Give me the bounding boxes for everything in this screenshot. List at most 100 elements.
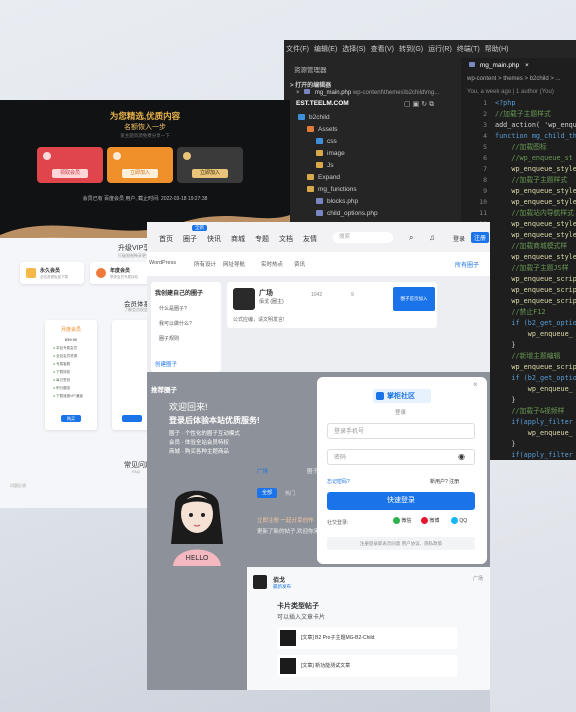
login-link[interactable]: 登录 xyxy=(453,234,465,243)
filter-hot-button[interactable]: 热门 xyxy=(285,490,295,497)
qq-login[interactable]: QQ xyxy=(451,517,467,524)
collapse-icon[interactable]: ⧉ xyxy=(429,101,436,108)
wechat-login[interactable]: 微信 xyxy=(393,517,412,525)
tab-plaza[interactable]: 广场 xyxy=(257,467,268,475)
avatar-illustration: HELLO xyxy=(171,490,223,566)
close-icon[interactable]: × xyxy=(473,380,478,389)
sub-nav-item[interactable]: 网址导航 xyxy=(223,260,245,268)
left-menu-item[interactable]: 我可以做什么? xyxy=(159,320,221,327)
feedback-note: 问题反馈 xyxy=(10,483,26,488)
nav-item[interactable]: 友情 xyxy=(303,234,317,244)
line-number: 9 xyxy=(483,187,487,195)
welcome-title: 欢迎回来! xyxy=(169,402,208,412)
article-card[interactable]: [文章] B2 Pro子主题MG-B2-Child xyxy=(277,627,457,649)
plan-feature: ● 下载速度VIP通道 xyxy=(53,394,97,399)
sub-nav-item[interactable]: 实时热点 xyxy=(261,260,283,268)
bell-icon[interactable]: ♫ xyxy=(429,233,435,242)
menu-item[interactable]: 文件(F) xyxy=(286,44,309,54)
open-editor-item[interactable]: × mg_main.php wp-content\themes\b2child\… xyxy=(296,89,439,96)
plan-feature-text: 积分翻倍 xyxy=(56,386,71,390)
sub-nav-item[interactable]: WordPress xyxy=(149,260,176,266)
menu-item[interactable]: 终端(T) xyxy=(457,44,480,54)
sub-nav-item[interactable]: 资讯 xyxy=(294,260,305,268)
open-editors-section[interactable]: > 打开的编辑器 xyxy=(290,80,331,89)
article-card[interactable]: [文章] 新功能测试文章 xyxy=(277,655,457,677)
agreement-note[interactable]: 注册登录即表示同意 用户协议、隐私政策 xyxy=(327,537,475,550)
tree-item[interactable]: Expand xyxy=(284,172,484,184)
explorer-actions[interactable]: ▢▣↻⧉ xyxy=(404,100,436,109)
weibo-icon xyxy=(421,517,428,525)
menu-item[interactable]: 选择(S) xyxy=(342,44,365,54)
post-tag[interactable]: 广场 xyxy=(473,575,483,582)
menu-item[interactable]: 帮助(H) xyxy=(485,44,509,54)
code-line: //加载子主题样式 xyxy=(495,110,551,118)
nav-item[interactable]: 快讯 xyxy=(207,234,221,244)
vip-badge[interactable]: 年度会员 享受会员专属特权 xyxy=(90,262,154,284)
create-circle-link[interactable]: 创建圈子 xyxy=(155,360,177,368)
login-button[interactable]: 快速登录 xyxy=(327,492,475,510)
menu-item[interactable]: 转到(G) xyxy=(399,44,423,54)
post-title[interactable]: 卡片类型帖子 xyxy=(277,601,319,611)
code-line: <?php xyxy=(495,99,516,107)
code-line: wp_enqueue_style xyxy=(495,187,576,195)
code-line: wp_enqueue_ xyxy=(495,385,573,393)
left-menu-item[interactable]: 什么是圈子? xyxy=(159,305,221,312)
vip-badge[interactable]: 永久会员 全站资源免费下载 xyxy=(20,262,84,284)
member-card-button[interactable]: 领取会员 xyxy=(52,169,88,178)
code-line: wp_enqueue_scrip xyxy=(495,363,576,371)
nav-item[interactable]: 圈子 xyxy=(183,234,197,244)
login-tab[interactable]: 登录 xyxy=(395,408,406,416)
register-link[interactable]: 新用户? 注册 xyxy=(430,478,459,485)
tab-mg-main[interactable]: mg_main.php × xyxy=(461,58,576,74)
code-editor[interactable]: <?php //加载子主题样式 add_action( 'wp_enqu functi… xyxy=(495,98,576,460)
author-name[interactable]: 佰戈 xyxy=(273,575,285,584)
forgot-password-link[interactable]: 忘记密码? xyxy=(327,478,350,485)
register-button[interactable]: 注册 xyxy=(471,232,490,243)
explorer-title: 资源管理器 xyxy=(294,67,327,74)
new-file-icon[interactable]: ▢ xyxy=(404,101,413,108)
php-file-icon xyxy=(469,62,475,67)
filter-all-button[interactable]: 全部 xyxy=(257,488,277,498)
plan-buy-button[interactable]: 购买 xyxy=(61,415,81,422)
circle-member-count: 9 xyxy=(351,292,354,298)
all-circles-link[interactable]: 所有圈子 xyxy=(455,260,479,269)
search-icon[interactable]: ⌕ xyxy=(409,233,413,243)
workspace-root[interactable]: EST.TEELM.COM xyxy=(296,100,349,107)
left-menu-item[interactable]: 圈子规则 xyxy=(159,335,221,342)
diamond-icon xyxy=(26,268,36,278)
menu-item[interactable]: 查看(V) xyxy=(371,44,394,54)
nav-item[interactable]: 商城 xyxy=(231,234,245,244)
refresh-icon[interactable]: ↻ xyxy=(421,101,429,108)
php-file-icon xyxy=(316,210,323,217)
line-number: 1 xyxy=(483,99,487,107)
member-card-button[interactable]: 立即加入 xyxy=(122,169,158,178)
wechat-label: 微信 xyxy=(401,518,412,524)
tree-item[interactable]: mg_functions xyxy=(284,184,484,196)
menu-item[interactable]: 编辑(E) xyxy=(314,44,337,54)
plan-feature: ● 本站专属会员 xyxy=(53,346,97,351)
plan-buy-button[interactable] xyxy=(122,415,142,422)
eye-off-icon[interactable]: ◉ xyxy=(458,452,465,461)
phone-input[interactable]: 登录手机号 xyxy=(327,423,475,439)
nav-item[interactable]: 专题 xyxy=(255,234,269,244)
code-line: wp_enqueue_scrip xyxy=(495,286,576,294)
close-icon[interactable]: × xyxy=(525,62,529,69)
folder-icon xyxy=(316,162,323,169)
tree-item[interactable]: Assets xyxy=(284,124,484,136)
password-input[interactable]: 密码 xyxy=(327,449,475,465)
breadcrumb[interactable]: wp-content > themes > b2child > ... xyxy=(467,76,561,82)
code-line: wp_enqueue_ xyxy=(495,330,573,338)
member-card-button[interactable]: 立即加入 xyxy=(192,169,228,178)
search-input[interactable]: 搜索 xyxy=(333,232,393,243)
nav-item[interactable]: 文档 xyxy=(279,234,293,244)
sub-nav-item[interactable]: 所有设计 xyxy=(194,260,216,268)
menu-item[interactable]: 运行(R) xyxy=(428,44,452,54)
nav-item[interactable]: 首页 xyxy=(159,234,173,244)
tree-item[interactable]: b2child xyxy=(284,112,475,124)
plan-feature-text: 每日签到 xyxy=(56,378,71,382)
weibo-login[interactable]: 微博 xyxy=(421,517,439,525)
close-icon[interactable]: × xyxy=(296,90,300,96)
join-circle-button[interactable]: 圈子首页加入 xyxy=(393,287,435,311)
new-folder-icon[interactable]: ▣ xyxy=(413,101,422,108)
left-menu-items: 什么是圈子? 我可以做什么? 圈子规则 xyxy=(151,305,221,342)
